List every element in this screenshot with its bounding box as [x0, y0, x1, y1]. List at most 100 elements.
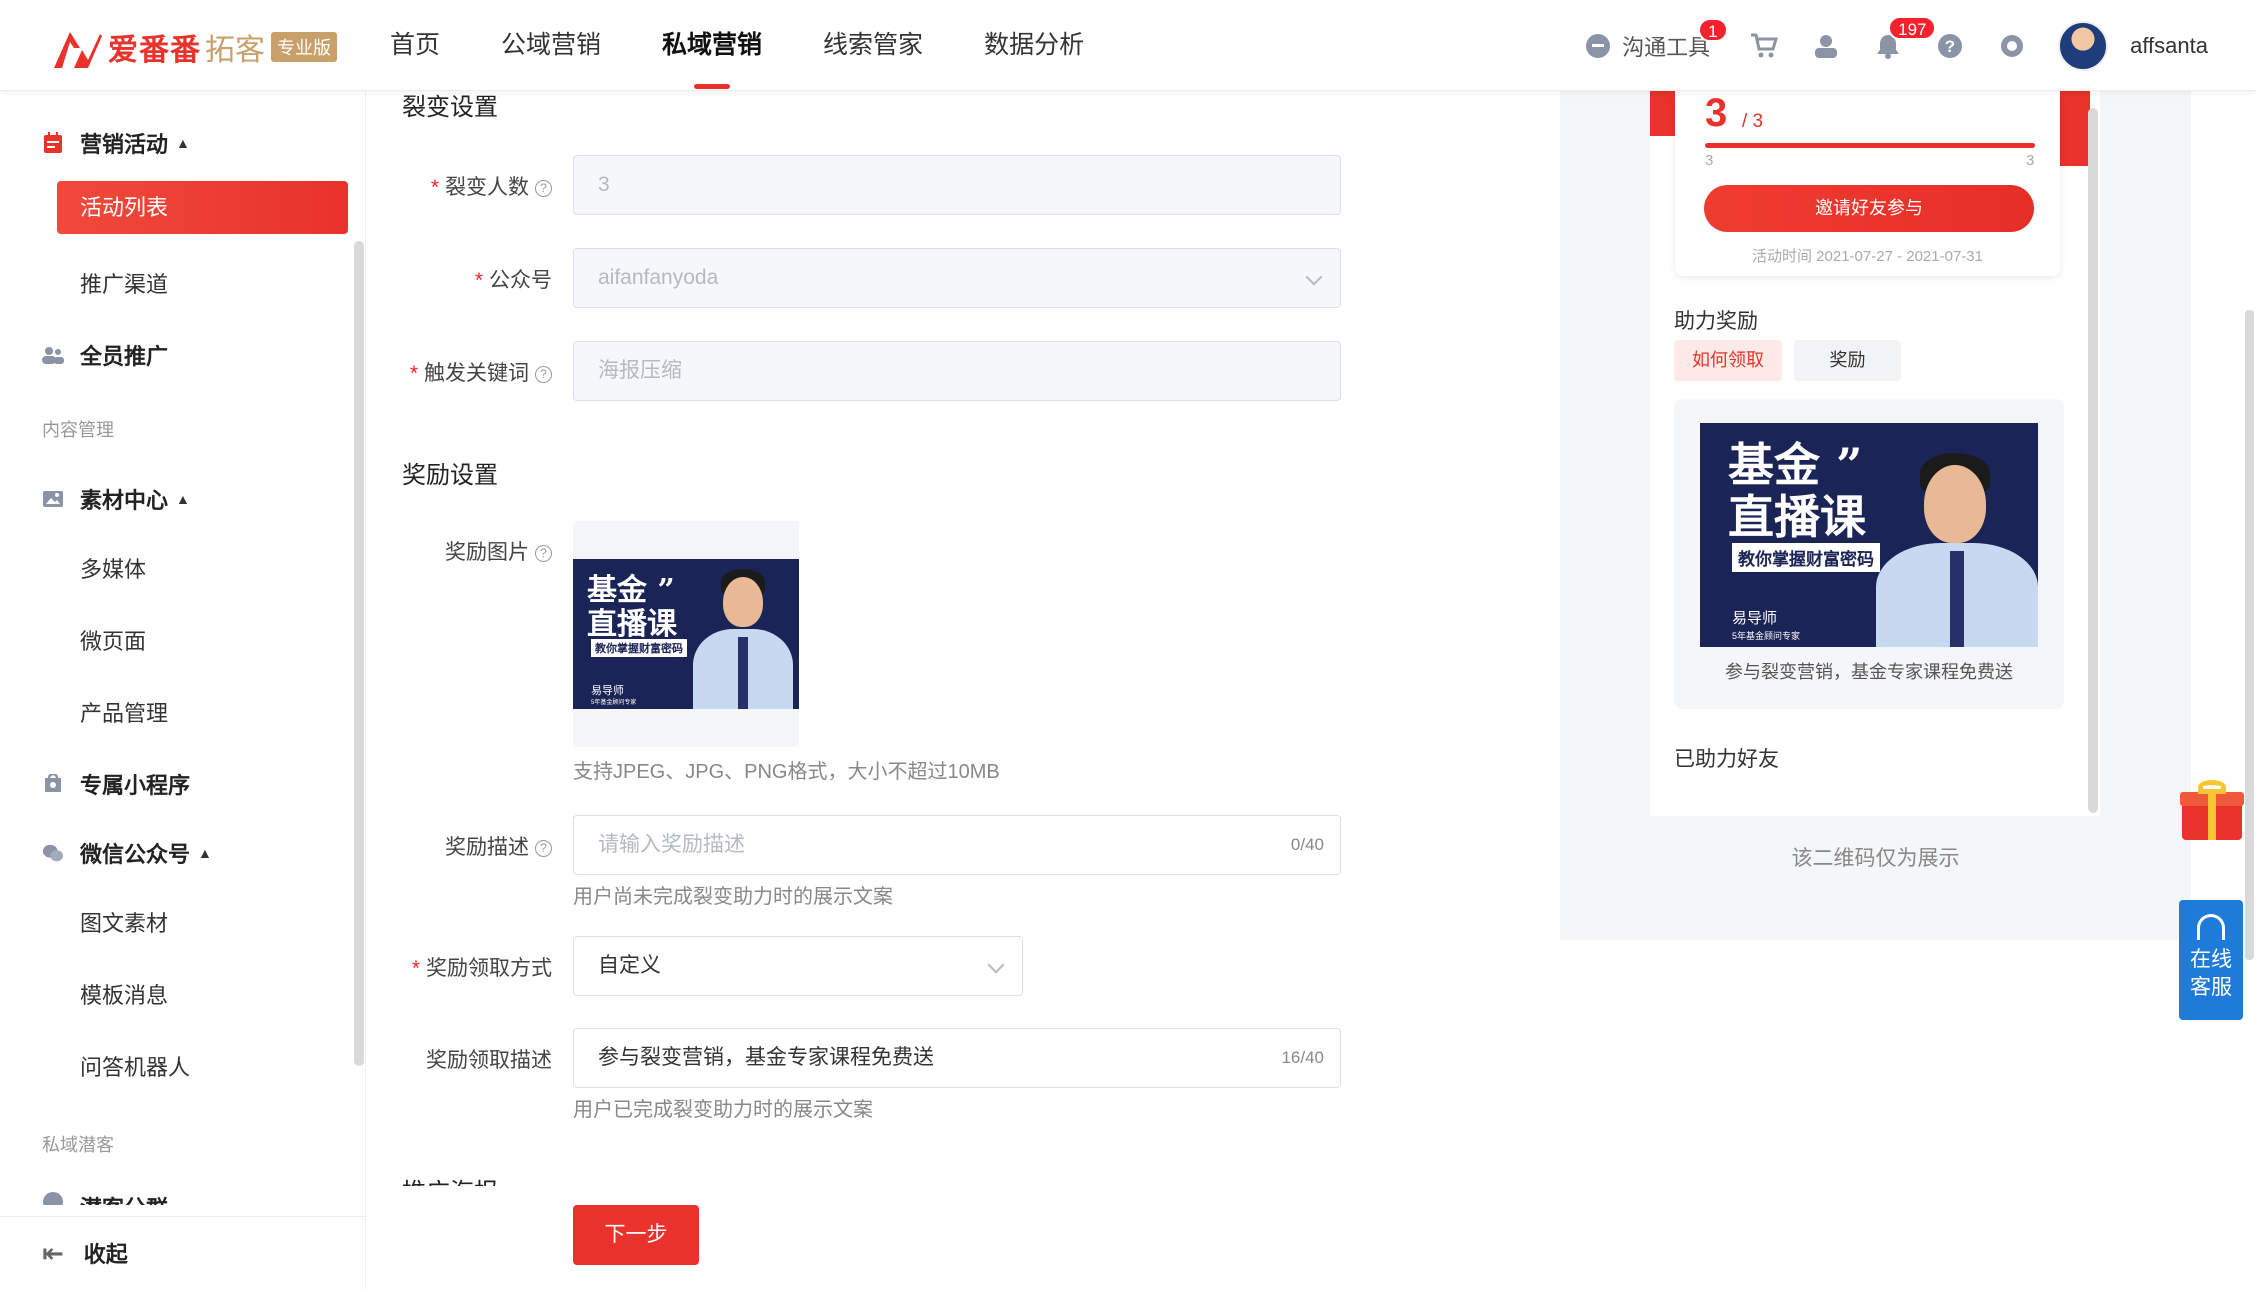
chevron-down-icon: [987, 956, 1005, 974]
sidebar-group-label: 专属小程序: [80, 773, 191, 798]
poster-name: 易导师: [1732, 610, 1778, 627]
caret-up-icon: ▲: [198, 845, 212, 861]
reward-desc-hint: 用户尚未完成裂变助力时的展示文案: [573, 886, 893, 908]
banner-corner-right: [2060, 91, 2090, 166]
bell-icon[interactable]: 197: [1872, 15, 1937, 62]
sidebar-item-product[interactable]: 产品管理: [80, 696, 168, 728]
cart-icon[interactable]: [1748, 30, 1780, 62]
image-icon: [42, 488, 64, 510]
claim-method-select[interactable]: 自定义: [573, 936, 1023, 996]
brand-logo[interactable]: 爱番番 拓客 专业版: [52, 24, 337, 70]
helped-friends-title: 已助力好友: [1674, 748, 1779, 771]
next-step-button[interactable]: 下一步: [573, 1205, 699, 1265]
comm-tool-label: 沟通工具: [1622, 34, 1711, 60]
nav-data-analysis[interactable]: 数据分析: [984, 0, 1084, 91]
sidebar-section-private: 私域潜客: [42, 1135, 114, 1155]
service-line-1: 在线: [2190, 948, 2232, 971]
qr-note: 该二维码仅为展示: [1791, 847, 1960, 870]
caret-up-icon: ▲: [176, 491, 190, 507]
main-nav: 首页 公域营销 私域营销 线索管家 数据分析: [390, 0, 1145, 91]
tab-reward[interactable]: 奖励: [1794, 340, 1901, 381]
svg-text:?: ?: [1945, 37, 1955, 56]
help-circle-icon: ?: [535, 366, 552, 383]
nav-lead-manager[interactable]: 线索管家: [823, 0, 923, 91]
sidebar-group-all-staff[interactable]: 全员推广: [42, 339, 168, 371]
help-circle-icon: ?: [535, 840, 552, 857]
sidebar-group-label: 营销活动: [80, 132, 169, 157]
account-select[interactable]: aifanfanyoda: [573, 248, 1341, 308]
sidebar-group-label: 素材中心: [80, 488, 169, 513]
keyword-label: * 触发关键词?: [367, 357, 552, 387]
avatar[interactable]: [2058, 20, 2109, 71]
collapse-button[interactable]: ⇤ 收起: [0, 1216, 366, 1289]
tab-how-to-claim[interactable]: 如何领取: [1674, 340, 1782, 381]
help-circle-icon: ?: [535, 180, 552, 197]
sidebar-item-channels[interactable]: 推广渠道: [80, 267, 168, 299]
sidebar-group-partial[interactable]: 潜客分群: [42, 1191, 168, 1205]
poster-name: 易导师: [591, 685, 624, 697]
calendar-icon: [42, 132, 64, 154]
fission-count-label: * 裂变人数?: [367, 171, 552, 201]
invite-friends-button[interactable]: 邀请好友参与: [1704, 185, 2034, 232]
phone-scrollbar[interactable]: [2088, 108, 2098, 813]
reward-caption: 参与裂变营销，基金专家课程免费送: [1725, 662, 2013, 682]
collapse-label: 收起: [83, 1242, 128, 1267]
reward-desc-label: 奖励描述?: [367, 831, 552, 861]
brand-sub: 拓客: [205, 34, 265, 67]
reward-image-label: 奖励图片?: [367, 536, 552, 566]
sidebar: 营销活动 ▲ 活动列表 推广渠道 全员推广 内容管理 素材中心 ▲ 多媒体 微页…: [0, 91, 366, 1289]
sidebar-group-marketing[interactable]: 营销活动 ▲: [42, 127, 190, 159]
activity-time: 活动时间 2021-07-27 - 2021-07-31: [1752, 248, 1983, 265]
progress-max: 3: [2026, 152, 2035, 169]
reward-desc-input[interactable]: 请输入奖励描述 0/40: [573, 815, 1341, 875]
nav-private-marketing[interactable]: 私域营销: [662, 0, 762, 91]
progress-bar: [1705, 143, 2035, 148]
reward-desc-placeholder: 请输入奖励描述: [598, 833, 745, 856]
reward-image-thumbnail: 基金 ” 直播课 教你掌握财富密码 易导师 5年基金顾问专家: [573, 559, 799, 709]
sidebar-item-activity-list[interactable]: 活动列表: [57, 181, 348, 234]
logo-mark-icon: [54, 32, 102, 68]
sidebar-group-mini-program[interactable]: 专属小程序: [42, 768, 190, 800]
page-scrollbar[interactable]: [2245, 310, 2254, 960]
sidebar-item-qa-bot[interactable]: 问答机器人: [80, 1050, 190, 1082]
sidebar-group-material[interactable]: 素材中心 ▲: [42, 483, 190, 515]
sidebar-item-template-msg[interactable]: 模板消息: [80, 978, 168, 1010]
reward-preview-poster: 基金 ” 直播课 教你掌握财富密码 易导师 5年基金顾问专家: [1700, 423, 2038, 647]
help-reward-title: 助力奖励: [1674, 310, 1758, 333]
help-icon[interactable]: ?: [1934, 30, 1966, 62]
users-icon: [42, 344, 64, 366]
collapse-icon: ⇤: [42, 1237, 64, 1268]
chat-bubble-icon: [1586, 33, 1611, 58]
claim-method-value: 自定义: [598, 954, 661, 977]
nav-home[interactable]: 首页: [390, 0, 440, 91]
caret-up-icon: ▲: [176, 135, 190, 151]
claim-desc-input[interactable]: 参与裂变营销，基金专家课程免费送 16/40: [573, 1028, 1341, 1088]
sidebar-item-micro-page[interactable]: 微页面: [80, 624, 146, 656]
poster-title-2: 直播课: [1728, 490, 1866, 544]
sidebar-group-wechat[interactable]: 微信公众号 ▲: [42, 837, 212, 869]
poster-tag: 教你掌握财富密码: [1732, 543, 1880, 572]
online-service-button[interactable]: 在线 客服: [2179, 900, 2243, 1020]
reward-image-hint: 支持JPEG、JPG、PNG格式，大小不超过10MB: [573, 761, 1000, 783]
comm-tool-button[interactable]: 沟通工具 1: [1586, 17, 1728, 62]
poster-role: 5年基金顾问专家: [591, 700, 637, 706]
comm-badge: 1: [1698, 17, 1728, 42]
help-circle-icon: ?: [535, 545, 552, 562]
fission-count-input[interactable]: 3: [573, 155, 1341, 215]
user-switch-icon[interactable]: [1810, 30, 1842, 62]
progress-min: 3: [1705, 152, 1714, 169]
mini-program-icon: [42, 773, 64, 795]
settings-icon[interactable]: [1996, 30, 2028, 62]
fission-section-title: 裂变设置: [402, 94, 498, 121]
sidebar-item-article[interactable]: 图文素材: [80, 906, 168, 938]
sidebar-scrollbar[interactable]: [354, 241, 364, 1066]
claim-desc-label: 奖励领取描述: [426, 1049, 552, 1072]
sidebar-item-multimedia[interactable]: 多媒体: [80, 552, 146, 584]
reward-section-title: 奖励设置: [402, 462, 498, 489]
edition-badge: 专业版: [271, 32, 337, 62]
keyword-input[interactable]: 海报压缩: [573, 341, 1341, 401]
nav-public-marketing[interactable]: 公域营销: [501, 0, 601, 91]
gift-icon[interactable]: [2180, 780, 2244, 840]
username[interactable]: affsanta: [2130, 33, 2208, 59]
main-content: 裂变设置 * 裂变人数? 3 * 公众号 aifanfanyoda * 触发关键词? …: [367, 91, 1557, 1289]
